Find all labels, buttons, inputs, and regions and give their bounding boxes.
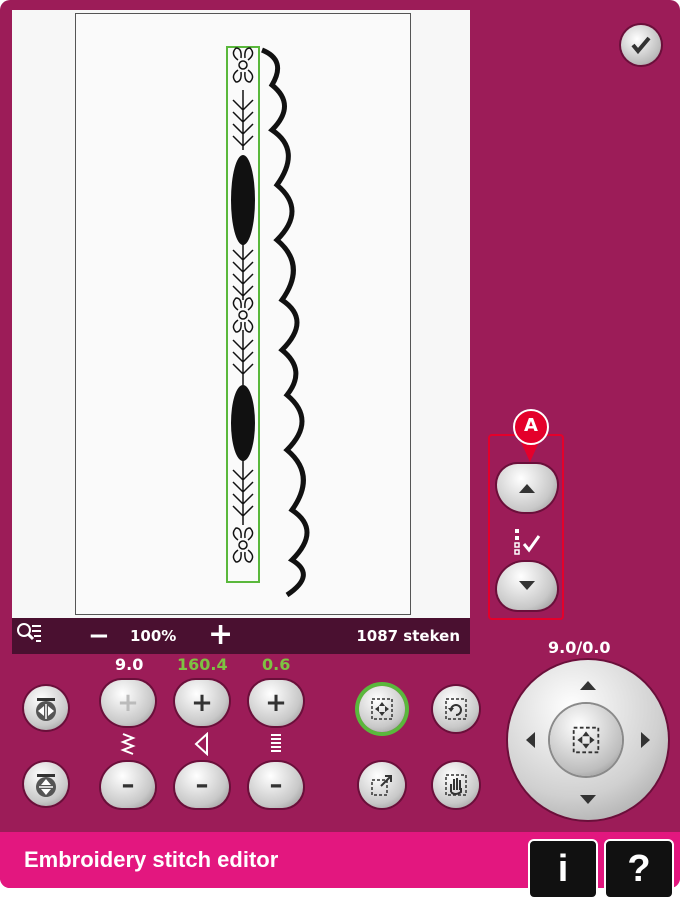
flower-motif	[232, 297, 254, 333]
rotate-button[interactable]	[433, 686, 479, 732]
arrow-left-icon[interactable]	[524, 731, 536, 749]
leaf-motif	[232, 90, 254, 150]
move-to-center-icon	[371, 698, 393, 720]
canvas-toolbar: − 100% + 1087 steken	[12, 618, 470, 654]
length-icon	[194, 732, 208, 756]
scallop-edge	[260, 47, 310, 598]
stitch-count: 1087 steken	[356, 627, 460, 645]
info-button[interactable]: i	[528, 839, 598, 899]
help-button[interactable]: ?	[604, 839, 674, 899]
pan-icon	[445, 774, 467, 796]
length-value: 160.4	[177, 655, 228, 674]
mirror-sideways-button[interactable]	[24, 686, 68, 730]
move-to-center-icon	[572, 726, 600, 754]
density-increase-button[interactable]: +	[249, 680, 303, 726]
zoom-level: 100%	[130, 627, 177, 645]
position-center-button[interactable]	[550, 704, 622, 776]
density-value: 0.6	[262, 655, 291, 674]
width-increase-button[interactable]: +	[101, 680, 155, 726]
confirm-check-icon	[631, 36, 651, 55]
leaf-motif	[232, 460, 254, 525]
confirm-button[interactable]	[621, 25, 661, 65]
length-increase-button[interactable]: +	[175, 680, 229, 726]
app-frame: − 100% + 1087 steken A 9.0 160.4 0.6 9.0…	[0, 0, 680, 888]
zoom-options-icon[interactable]	[16, 622, 42, 648]
scroll-up-button[interactable]	[497, 464, 557, 512]
position-value: 9.0/0.0	[548, 638, 611, 657]
mirror-sideways-icon	[36, 698, 56, 721]
scale-icon	[371, 775, 392, 796]
width-icon	[120, 733, 136, 755]
satin-motif	[231, 155, 255, 245]
move-to-center-button[interactable]	[359, 686, 405, 732]
callout-label: A	[513, 409, 549, 445]
scroll-down-button[interactable]	[497, 562, 557, 610]
mirror-endwise-button[interactable]	[24, 762, 68, 806]
width-value: 9.0	[115, 655, 144, 674]
scroll-down-icon	[519, 581, 535, 590]
length-decrease-button[interactable]: –	[175, 762, 229, 808]
arrow-right-icon[interactable]	[640, 731, 652, 749]
density-icon	[271, 734, 281, 752]
zoom-out-button[interactable]: −	[88, 623, 110, 649]
arrow-up-icon[interactable]	[579, 679, 597, 691]
info-icon: i	[557, 848, 569, 890]
width-decrease-button[interactable]: –	[101, 762, 155, 808]
pan-button[interactable]	[433, 762, 479, 808]
scroll-up-icon	[519, 484, 535, 493]
flower-motif	[232, 527, 254, 563]
leaf-motif	[232, 240, 254, 300]
rotate-icon	[445, 698, 467, 720]
embroidery-canvas[interactable]	[12, 10, 470, 618]
density-decrease-button[interactable]: –	[249, 762, 303, 808]
arrow-down-icon[interactable]	[579, 794, 597, 806]
scale-button[interactable]	[359, 762, 405, 808]
stitch-position-icon	[514, 529, 541, 555]
zoom-in-button[interactable]: +	[208, 620, 233, 650]
flower-motif	[232, 47, 254, 83]
satin-motif	[231, 385, 255, 461]
help-icon: ?	[627, 848, 651, 890]
page-title: Embroidery stitch editor	[24, 847, 279, 872]
stitch-design[interactable]	[12, 10, 470, 618]
leaf-motif	[232, 330, 254, 385]
mirror-endwise-icon	[36, 774, 56, 797]
